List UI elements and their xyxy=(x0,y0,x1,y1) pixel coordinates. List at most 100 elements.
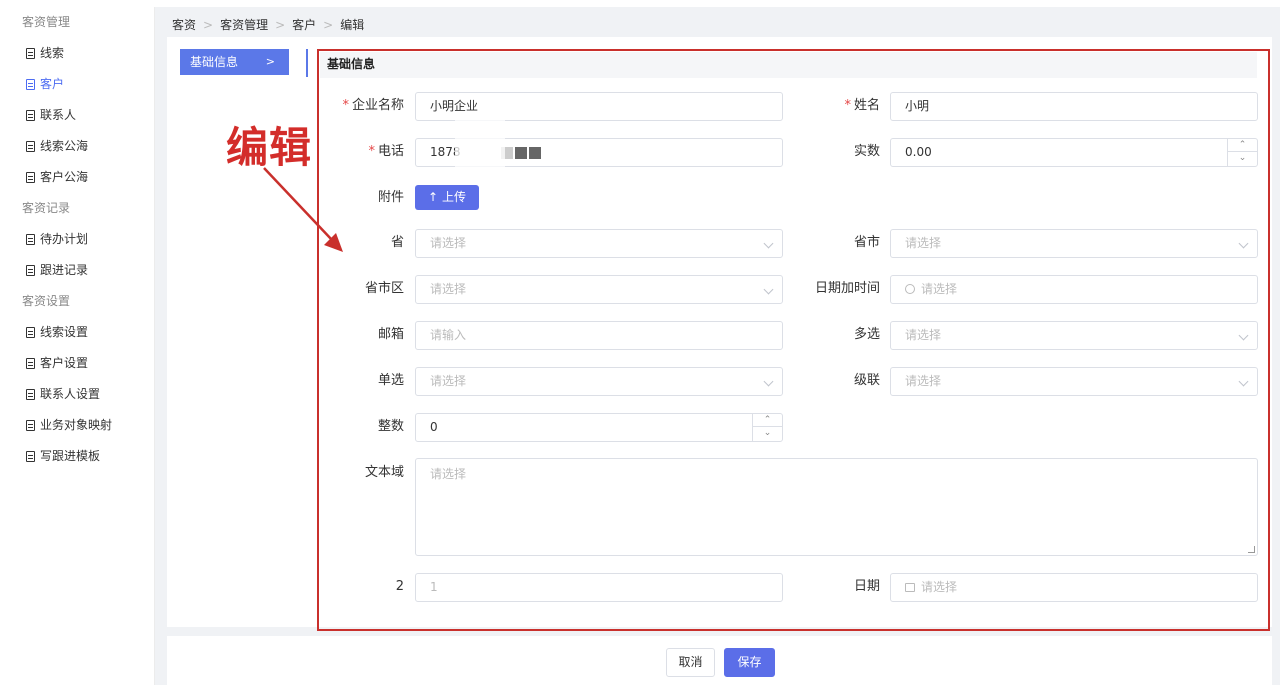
placeholder: 请选择 xyxy=(430,467,467,481)
province-select[interactable]: 请选择 xyxy=(415,229,783,258)
document-icon xyxy=(26,420,35,431)
email-input[interactable]: 请输入 xyxy=(415,321,783,350)
sidebar-item-lead-settings[interactable]: 线索设置 xyxy=(0,317,154,348)
chevron-down-icon xyxy=(763,376,774,387)
sidebar-group-customer-management: 客资管理 xyxy=(22,15,71,29)
breadcrumb-item[interactable]: 客户 xyxy=(292,16,316,33)
sidebar-item-label: 待办计划 xyxy=(40,232,89,246)
sidebar-item-label: 线索 xyxy=(40,46,65,60)
save-button[interactable]: 保存 xyxy=(724,648,775,677)
cascade-select[interactable]: 请选择 xyxy=(890,367,1258,396)
placeholder: 请选择 xyxy=(905,374,942,388)
field2-label: 2 xyxy=(395,579,404,594)
textarea-label: 文本域 xyxy=(364,465,404,480)
breadcrumb-item[interactable]: 客资管理 xyxy=(220,16,268,33)
stepper-down-icon[interactable]: ⌄ xyxy=(753,427,782,440)
sidebar-item-customer-settings[interactable]: 客户设置 xyxy=(0,348,154,379)
sidebar-item-label: 联系人设置 xyxy=(40,387,101,401)
document-icon xyxy=(26,141,35,152)
multi-select-label: 多选 xyxy=(853,327,880,342)
clock-icon xyxy=(905,284,915,294)
cancel-button[interactable]: 取消 xyxy=(666,648,715,677)
document-icon xyxy=(26,327,35,338)
breadcrumb-separator-icon: > xyxy=(323,17,334,32)
breadcrumb-separator-icon: > xyxy=(275,17,286,32)
real-number-value: 0.00 xyxy=(905,145,932,159)
email-label: 邮箱 xyxy=(377,327,404,342)
district-select[interactable]: 请选择 xyxy=(415,275,783,304)
placeholder: 请选择 xyxy=(921,580,958,594)
sidebar-item-label: 联系人 xyxy=(40,108,77,122)
sidebar-item-leads[interactable]: 线索 xyxy=(0,38,154,69)
real-number-label: 实数 xyxy=(853,144,880,159)
sidebar-item-contacts[interactable]: 联系人 xyxy=(0,100,154,131)
name-input[interactable]: 小明 xyxy=(890,92,1258,121)
resize-handle-icon[interactable] xyxy=(1248,546,1255,553)
document-icon xyxy=(26,234,35,245)
sidebar-item-follow-up-template[interactable]: 写跟进模板 xyxy=(0,441,154,472)
district-label: 省市区 xyxy=(364,281,404,296)
section-title: 基础信息 xyxy=(320,52,1257,78)
sidebar-item-label: 写跟进模板 xyxy=(40,449,101,463)
breadcrumb: 客资 > 客资管理 > 客户 > 编辑 xyxy=(172,16,364,33)
date-picker[interactable]: 请选择 xyxy=(890,573,1258,602)
document-icon xyxy=(26,265,35,276)
placeholder: 请选择 xyxy=(905,328,942,342)
datetime-picker[interactable]: 请选择 xyxy=(890,275,1258,304)
sidebar-item-lead-pool[interactable]: 线索公海 xyxy=(0,131,154,162)
company-label: * 企业名称 xyxy=(330,92,404,120)
multi-select[interactable]: 请选择 xyxy=(890,321,1258,350)
top-strip xyxy=(0,0,1280,7)
sidebar-item-label: 线索公海 xyxy=(40,139,89,153)
sidebar-group-settings: 客资设置 xyxy=(22,294,71,308)
attachment-label: 附件 xyxy=(377,190,404,205)
placeholder: 请选择 xyxy=(430,374,467,388)
sidebar-item-label: 客户公海 xyxy=(40,170,89,184)
anchor-nav-basic-info[interactable]: 基础信息 > xyxy=(180,49,289,75)
number-stepper[interactable]: ⌃ ⌄ xyxy=(752,414,782,441)
upload-button[interactable]: ↑ 上传 xyxy=(415,185,479,210)
sidebar-item-todo-plans[interactable]: 待办计划 xyxy=(0,224,154,255)
chevron-right-icon: > xyxy=(265,55,275,68)
sidebar-item-contact-settings[interactable]: 联系人设置 xyxy=(0,379,154,410)
upload-icon: ↑ xyxy=(428,190,439,204)
phone-label: * 电话 xyxy=(330,138,404,166)
sidebar-item-label: 线索设置 xyxy=(40,325,89,339)
integer-label: 整数 xyxy=(377,419,404,434)
sidebar-item-customer-pool[interactable]: 客户公海 xyxy=(0,162,154,193)
chevron-down-icon xyxy=(1238,238,1249,249)
real-number-input[interactable]: 0.00 ⌃ ⌄ xyxy=(890,138,1258,167)
label-text: 电话 xyxy=(377,144,404,159)
date-label: 日期 xyxy=(853,579,880,594)
placeholder: 请选择 xyxy=(430,236,467,250)
document-icon xyxy=(26,451,35,462)
chevron-down-icon xyxy=(763,284,774,295)
integer-input[interactable]: 0 ⌃ ⌄ xyxy=(415,413,783,442)
sidebar-group-records: 客资记录 xyxy=(22,201,71,215)
stepper-up-icon[interactable]: ⌃ xyxy=(1228,139,1257,152)
stepper-up-icon[interactable]: ⌃ xyxy=(753,414,782,427)
textarea-input[interactable]: 请选择 xyxy=(415,458,1258,556)
field2-input[interactable]: 1 xyxy=(415,573,783,602)
stepper-down-icon[interactable]: ⌄ xyxy=(1228,152,1257,165)
sidebar-item-object-mapping[interactable]: 业务对象映射 xyxy=(0,410,154,441)
chevron-down-icon xyxy=(1238,376,1249,387)
province-label: 省 xyxy=(390,235,404,250)
sidebar-item-follow-up-records[interactable]: 跟进记录 xyxy=(0,255,154,286)
single-select[interactable]: 请选择 xyxy=(415,367,783,396)
sidebar-item-customers[interactable]: 客户 xyxy=(0,69,154,100)
single-select-label: 单选 xyxy=(377,373,404,388)
name-label: * 姓名 xyxy=(810,92,880,120)
province-city-select[interactable]: 请选择 xyxy=(890,229,1258,258)
datetime-label: 日期加时间 xyxy=(814,281,880,296)
number-stepper[interactable]: ⌃ ⌄ xyxy=(1227,139,1257,166)
document-icon xyxy=(26,110,35,121)
document-icon xyxy=(26,358,35,369)
sidebar: 客资管理 线索 客户 联系人 线索公海 客户公海 客资记录 待办计划 跟进记录 … xyxy=(0,7,155,685)
redaction-mask xyxy=(514,146,527,159)
placeholder: 请选择 xyxy=(921,282,958,296)
breadcrumb-item[interactable]: 客资 xyxy=(172,16,196,33)
sidebar-item-label: 客户 xyxy=(40,77,65,91)
placeholder: 请选择 xyxy=(430,282,467,296)
redaction-overlay xyxy=(455,113,505,173)
